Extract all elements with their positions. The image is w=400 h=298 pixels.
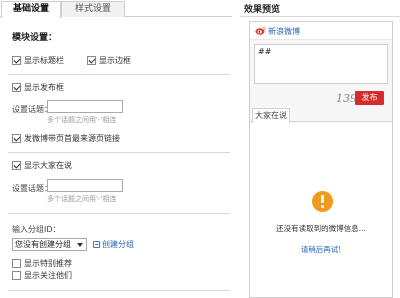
warning-icon [312,191,333,212]
show-title-bar-checkbox[interactable]: 显示标题栏 [12,55,64,66]
settings-tabs: 基础设置 样式设置 [0,0,232,18]
talking-topic-input[interactable] [47,179,123,192]
preview-panel: 效果预览 新浪微博 ## 139 字 发布 大家在说 还没有读取到的微博信息..… [240,0,400,298]
tab-basic-settings[interactable]: 基础设置 [1,1,61,18]
checkbox-box[interactable] [87,56,96,65]
weibo-logo-icon [255,26,266,35]
divider [8,74,230,75]
tab-style-settings[interactable]: 样式设置 [61,1,125,17]
add-group-icon [93,241,100,248]
checkbox-label: 显示发布框 [24,83,64,92]
divider [8,213,230,214]
char-count: 139 [336,92,357,105]
feed-tabs: 大家在说 [250,108,392,123]
module-settings-title: 模块设置： [12,33,58,43]
group-id-label: 输入分组ID： [12,225,61,234]
checkbox-box[interactable] [12,271,21,280]
checkbox-label: 显示边框 [99,56,131,65]
talking-topic-label: 设置话题： [12,184,52,193]
checkbox-label: 显示标题栏 [24,56,64,65]
checkbox-box[interactable] [12,83,21,92]
show-publish-box-checkbox[interactable]: 显示发布框 [12,82,64,93]
retry-link[interactable]: 请稍后再试! [250,244,392,255]
weibo-widget: 新浪微博 ## 139 字 发布 大家在说 还没有读取到的微博信息... 请稍后… [249,21,393,298]
divider [240,16,400,17]
preview-title: 效果预览 [244,5,281,15]
weibo-link[interactable]: 新浪微博 [268,26,300,37]
tab-everyone-talking[interactable]: 大家在说 [252,108,290,123]
checkbox-box[interactable] [12,259,21,268]
show-special-checkbox[interactable]: 显示特别推荐 [12,258,72,269]
group-select-value: 您没有创建分组 [15,240,71,249]
empty-feed-message: 还没有读取到的微博信息... [276,224,366,233]
show-border-checkbox[interactable]: 显示边框 [87,55,131,66]
checkbox-label: 发微博带页首最来源页链接 [24,134,120,143]
chevron-down-icon [77,243,83,247]
feed-area: 还没有读取到的微博信息... 请稍后再试! [250,123,392,297]
weibo-header: 新浪微博 [250,22,392,40]
compose-textarea[interactable]: ## [254,44,388,84]
create-group-label: 创建分组 [102,240,134,249]
group-select[interactable]: 您没有创建分组 [12,238,87,251]
publish-button[interactable]: 发布 [355,91,384,105]
checkbox-label: 显示关注他们 [24,271,72,280]
checkbox-box[interactable] [12,56,21,65]
checkbox-box[interactable] [12,161,21,170]
publish-topic-input[interactable] [47,100,123,113]
show-everyone-talking-checkbox[interactable]: 显示大家在说 [12,160,72,171]
show-following-checkbox[interactable]: 显示关注他们 [12,270,72,281]
divider [8,152,230,153]
talking-topic-hint: 多个话题之间用'-'相连 [47,195,117,203]
checkbox-label: 显示特别推荐 [24,259,72,268]
source-link-checkbox[interactable]: 发微博带页首最来源页链接 [12,133,120,144]
divider [8,290,230,291]
create-group-link[interactable]: 创建分组 [93,239,134,250]
publish-topic-label: 设置话题： [12,105,52,114]
publish-topic-hint: 多个话题之间用'-'相连 [47,116,117,124]
settings-panel: 基础设置 样式设置 模块设置： 显示标题栏 显示边框 显示发布框 设置话题： 多… [0,0,232,298]
checkbox-box[interactable] [12,134,21,143]
checkbox-label: 显示大家在说 [24,161,72,170]
